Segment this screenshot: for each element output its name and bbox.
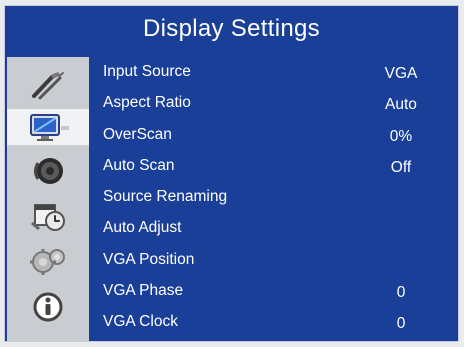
menu-item-label: VGA Clock [103, 313, 178, 331]
menu-item-aspect-ratio[interactable]: Aspect Ratio Auto [103, 94, 443, 125]
category-time[interactable] [7, 197, 89, 233]
menu-item-value: Auto [385, 96, 417, 114]
menu-title: Display Settings [143, 15, 320, 42]
gears-icon [30, 249, 65, 275]
menu-item-overscan[interactable]: OverScan 0% [103, 126, 443, 157]
menu-item-input-source[interactable]: Input Source VGA [103, 63, 443, 94]
category-audio[interactable] [7, 153, 89, 189]
menu-item-label: Input Source [103, 63, 191, 80]
category-advanced[interactable] [7, 243, 89, 279]
category-icon-column [7, 57, 89, 342]
menu-item-value: 0% [389, 127, 413, 145]
menu-item-vga-position[interactable]: VGA Position [103, 251, 443, 282]
speaker-audio-icon [34, 158, 63, 184]
menu-item-label: Aspect Ratio [103, 94, 191, 112]
menu-item-value: 0 [396, 284, 406, 302]
menu-item-source-renaming[interactable]: Source Renaming [103, 188, 443, 219]
settings-menu: Input Source VGA Aspect Ratio Auto OverS… [103, 63, 443, 345]
menu-item-label: Auto Adjust [103, 219, 182, 237]
menu-item-value: Off [390, 158, 412, 176]
menu-item-vga-clock[interactable]: VGA Clock 0 [103, 313, 443, 344]
info-icon [33, 292, 63, 322]
menu-item-value: 0 [396, 315, 406, 333]
tools-icon [32, 72, 64, 100]
menu-item-auto-scan[interactable]: Auto Scan Off [103, 157, 443, 188]
menu-item-label: OverScan [103, 125, 172, 143]
menu-item-auto-adjust[interactable]: Auto Adjust [103, 219, 443, 250]
menu-item-label: Auto Scan [103, 156, 175, 174]
osd-screen: Display Settings Input Source VGA Aspect… [0, 0, 464, 347]
category-display[interactable] [7, 109, 89, 145]
menu-item-label: VGA Phase [103, 282, 184, 300]
category-tools[interactable] [7, 67, 89, 103]
calendar-clock-icon [31, 204, 65, 231]
menu-item-label: Source Renaming [103, 188, 228, 206]
menu-item-label: VGA Position [103, 250, 195, 268]
display-settings-panel: Display Settings Input Source VGA Aspect… [4, 5, 459, 342]
menu-item-value: VGA [384, 65, 418, 82]
category-info[interactable] [7, 289, 89, 325]
display-monitor-icon [30, 114, 69, 141]
menu-item-vga-phase[interactable]: VGA Phase 0 [103, 282, 443, 313]
